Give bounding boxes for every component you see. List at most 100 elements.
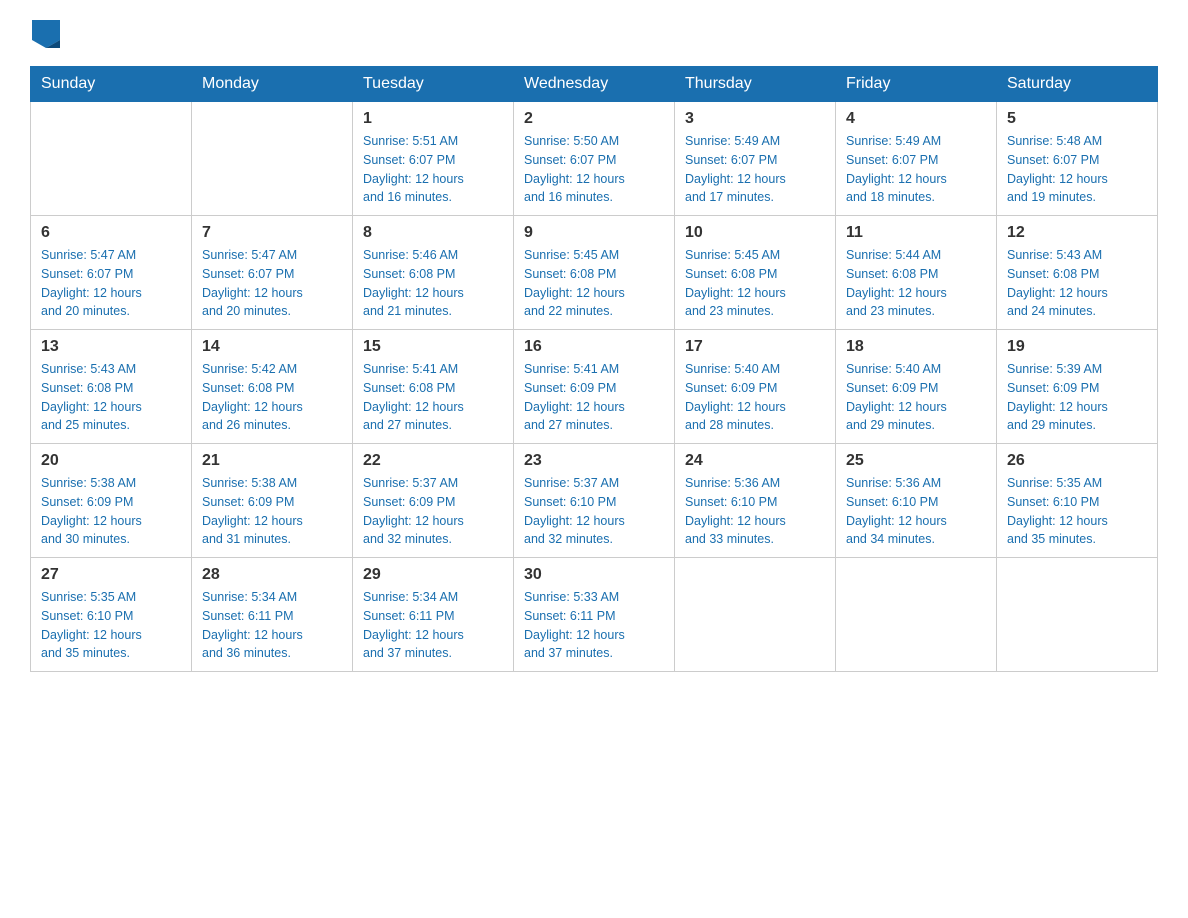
day-number: 16	[524, 338, 664, 356]
day-info: Sunrise: 5:34 AMSunset: 6:11 PMDaylight:…	[363, 588, 503, 663]
week-row: 20 Sunrise: 5:38 AMSunset: 6:09 PMDayligh…	[31, 444, 1158, 558]
day-info: Sunrise: 5:33 AMSunset: 6:11 PMDaylight:…	[524, 588, 664, 663]
calendar-cell	[31, 102, 192, 216]
day-number: 28	[202, 566, 342, 584]
day-info: Sunrise: 5:50 AMSunset: 6:07 PMDaylight:…	[524, 132, 664, 207]
day-number: 1	[363, 110, 503, 128]
day-number: 21	[202, 452, 342, 470]
weekday-header: Thursday	[675, 67, 836, 102]
day-info: Sunrise: 5:34 AMSunset: 6:11 PMDaylight:…	[202, 588, 342, 663]
day-number: 17	[685, 338, 825, 356]
day-info: Sunrise: 5:49 AMSunset: 6:07 PMDaylight:…	[685, 132, 825, 207]
calendar-cell	[997, 558, 1158, 672]
calendar-cell: 15Sunrise: 5:41 AMSunset: 6:08 PMDayligh…	[353, 330, 514, 444]
calendar-cell: 18 Sunrise: 5:40 AMSunset: 6:09 PMDayligh…	[836, 330, 997, 444]
day-info: Sunrise: 5:37 AMSunset: 6:09 PMDaylight:…	[363, 474, 503, 549]
calendar-cell: 14 Sunrise: 5:42 AMSunset: 6:08 PMDayligh…	[192, 330, 353, 444]
day-info: Sunrise: 5:48 AMSunset: 6:07 PMDaylight:…	[1007, 132, 1147, 207]
day-number: 4	[846, 110, 986, 128]
day-number: 24	[685, 452, 825, 470]
day-number: 10	[685, 224, 825, 242]
calendar-cell: 25Sunrise: 5:36 AMSunset: 6:10 PMDayligh…	[836, 444, 997, 558]
page-header	[30, 20, 1158, 48]
day-number: 26	[1007, 452, 1147, 470]
week-row: 13 Sunrise: 5:43 AMSunset: 6:08 PMDayligh…	[31, 330, 1158, 444]
weekday-header: Monday	[192, 67, 353, 102]
day-number: 8	[363, 224, 503, 242]
day-info: Sunrise: 5:45 AMSunset: 6:08 PMDaylight:…	[685, 246, 825, 321]
calendar-cell: 2 Sunrise: 5:50 AMSunset: 6:07 PMDaylight…	[514, 102, 675, 216]
calendar-cell	[836, 558, 997, 672]
day-info: Sunrise: 5:47 AMSunset: 6:07 PMDaylight:…	[202, 246, 342, 321]
calendar-table: SundayMondayTuesdayWednesdayThursdayFrid…	[30, 66, 1158, 672]
day-number: 7	[202, 224, 342, 242]
weekday-header: Saturday	[997, 67, 1158, 102]
day-info: Sunrise: 5:44 AMSunset: 6:08 PMDaylight:…	[846, 246, 986, 321]
calendar-cell: 16 Sunrise: 5:41 AMSunset: 6:09 PMDayligh…	[514, 330, 675, 444]
day-number: 22	[363, 452, 503, 470]
day-info: Sunrise: 5:36 AMSunset: 6:10 PMDaylight:…	[685, 474, 825, 549]
day-info: Sunrise: 5:37 AMSunset: 6:10 PMDaylight:…	[524, 474, 664, 549]
week-row: 1 Sunrise: 5:51 AMSunset: 6:07 PMDaylight…	[31, 102, 1158, 216]
calendar-cell: 27 Sunrise: 5:35 AMSunset: 6:10 PMDayligh…	[31, 558, 192, 672]
calendar-cell: 4Sunrise: 5:49 AMSunset: 6:07 PMDaylight…	[836, 102, 997, 216]
calendar-cell: 20 Sunrise: 5:38 AMSunset: 6:09 PMDayligh…	[31, 444, 192, 558]
calendar-cell: 5 Sunrise: 5:48 AMSunset: 6:07 PMDaylight…	[997, 102, 1158, 216]
weekday-header: Sunday	[31, 67, 192, 102]
weekday-header: Tuesday	[353, 67, 514, 102]
day-info: Sunrise: 5:46 AMSunset: 6:08 PMDaylight:…	[363, 246, 503, 321]
day-number: 5	[1007, 110, 1147, 128]
day-number: 18	[846, 338, 986, 356]
weekday-header: Friday	[836, 67, 997, 102]
day-info: Sunrise: 5:39 AMSunset: 6:09 PMDaylight:…	[1007, 360, 1147, 435]
week-row: 6Sunrise: 5:47 AMSunset: 6:07 PMDaylight…	[31, 216, 1158, 330]
day-info: Sunrise: 5:42 AMSunset: 6:08 PMDaylight:…	[202, 360, 342, 435]
calendar-cell: 17 Sunrise: 5:40 AMSunset: 6:09 PMDayligh…	[675, 330, 836, 444]
day-number: 30	[524, 566, 664, 584]
calendar-cell: 30 Sunrise: 5:33 AMSunset: 6:11 PMDayligh…	[514, 558, 675, 672]
day-number: 29	[363, 566, 503, 584]
day-number: 14	[202, 338, 342, 356]
day-info: Sunrise: 5:38 AMSunset: 6:09 PMDaylight:…	[41, 474, 181, 549]
day-number: 23	[524, 452, 664, 470]
day-info: Sunrise: 5:41 AMSunset: 6:09 PMDaylight:…	[524, 360, 664, 435]
day-info: Sunrise: 5:40 AMSunset: 6:09 PMDaylight:…	[846, 360, 986, 435]
calendar-cell: 28 Sunrise: 5:34 AMSunset: 6:11 PMDayligh…	[192, 558, 353, 672]
day-info: Sunrise: 5:43 AMSunset: 6:08 PMDaylight:…	[1007, 246, 1147, 321]
day-number: 20	[41, 452, 181, 470]
calendar-cell: 6Sunrise: 5:47 AMSunset: 6:07 PMDaylight…	[31, 216, 192, 330]
calendar-cell: 23 Sunrise: 5:37 AMSunset: 6:10 PMDayligh…	[514, 444, 675, 558]
day-number: 2	[524, 110, 664, 128]
day-info: Sunrise: 5:51 AMSunset: 6:07 PMDaylight:…	[363, 132, 503, 207]
calendar-cell: 7 Sunrise: 5:47 AMSunset: 6:07 PMDaylight…	[192, 216, 353, 330]
day-info: Sunrise: 5:38 AMSunset: 6:09 PMDaylight:…	[202, 474, 342, 549]
weekday-header: Wednesday	[514, 67, 675, 102]
calendar-cell: 29 Sunrise: 5:34 AMSunset: 6:11 PMDayligh…	[353, 558, 514, 672]
calendar-cell: 3 Sunrise: 5:49 AMSunset: 6:07 PMDaylight…	[675, 102, 836, 216]
day-number: 3	[685, 110, 825, 128]
calendar-cell	[675, 558, 836, 672]
calendar-cell: 11 Sunrise: 5:44 AMSunset: 6:08 PMDayligh…	[836, 216, 997, 330]
day-number: 25	[846, 452, 986, 470]
day-info: Sunrise: 5:35 AMSunset: 6:10 PMDaylight:…	[41, 588, 181, 663]
calendar-cell	[192, 102, 353, 216]
day-number: 9	[524, 224, 664, 242]
day-number: 19	[1007, 338, 1147, 356]
day-info: Sunrise: 5:47 AMSunset: 6:07 PMDaylight:…	[41, 246, 181, 321]
calendar-cell: 13 Sunrise: 5:43 AMSunset: 6:08 PMDayligh…	[31, 330, 192, 444]
calendar-cell: 22 Sunrise: 5:37 AMSunset: 6:09 PMDayligh…	[353, 444, 514, 558]
day-info: Sunrise: 5:41 AMSunset: 6:08 PMDaylight:…	[363, 360, 503, 435]
day-info: Sunrise: 5:45 AMSunset: 6:08 PMDaylight:…	[524, 246, 664, 321]
logo-icon	[32, 20, 60, 48]
day-info: Sunrise: 5:40 AMSunset: 6:09 PMDaylight:…	[685, 360, 825, 435]
day-info: Sunrise: 5:43 AMSunset: 6:08 PMDaylight:…	[41, 360, 181, 435]
logo	[30, 20, 60, 48]
day-number: 13	[41, 338, 181, 356]
calendar-cell: 26Sunrise: 5:35 AMSunset: 6:10 PMDayligh…	[997, 444, 1158, 558]
day-number: 12	[1007, 224, 1147, 242]
day-number: 27	[41, 566, 181, 584]
calendar-cell: 8 Sunrise: 5:46 AMSunset: 6:08 PMDaylight…	[353, 216, 514, 330]
calendar-cell: 10 Sunrise: 5:45 AMSunset: 6:08 PMDayligh…	[675, 216, 836, 330]
calendar-cell: 19 Sunrise: 5:39 AMSunset: 6:09 PMDayligh…	[997, 330, 1158, 444]
day-number: 11	[846, 224, 986, 242]
